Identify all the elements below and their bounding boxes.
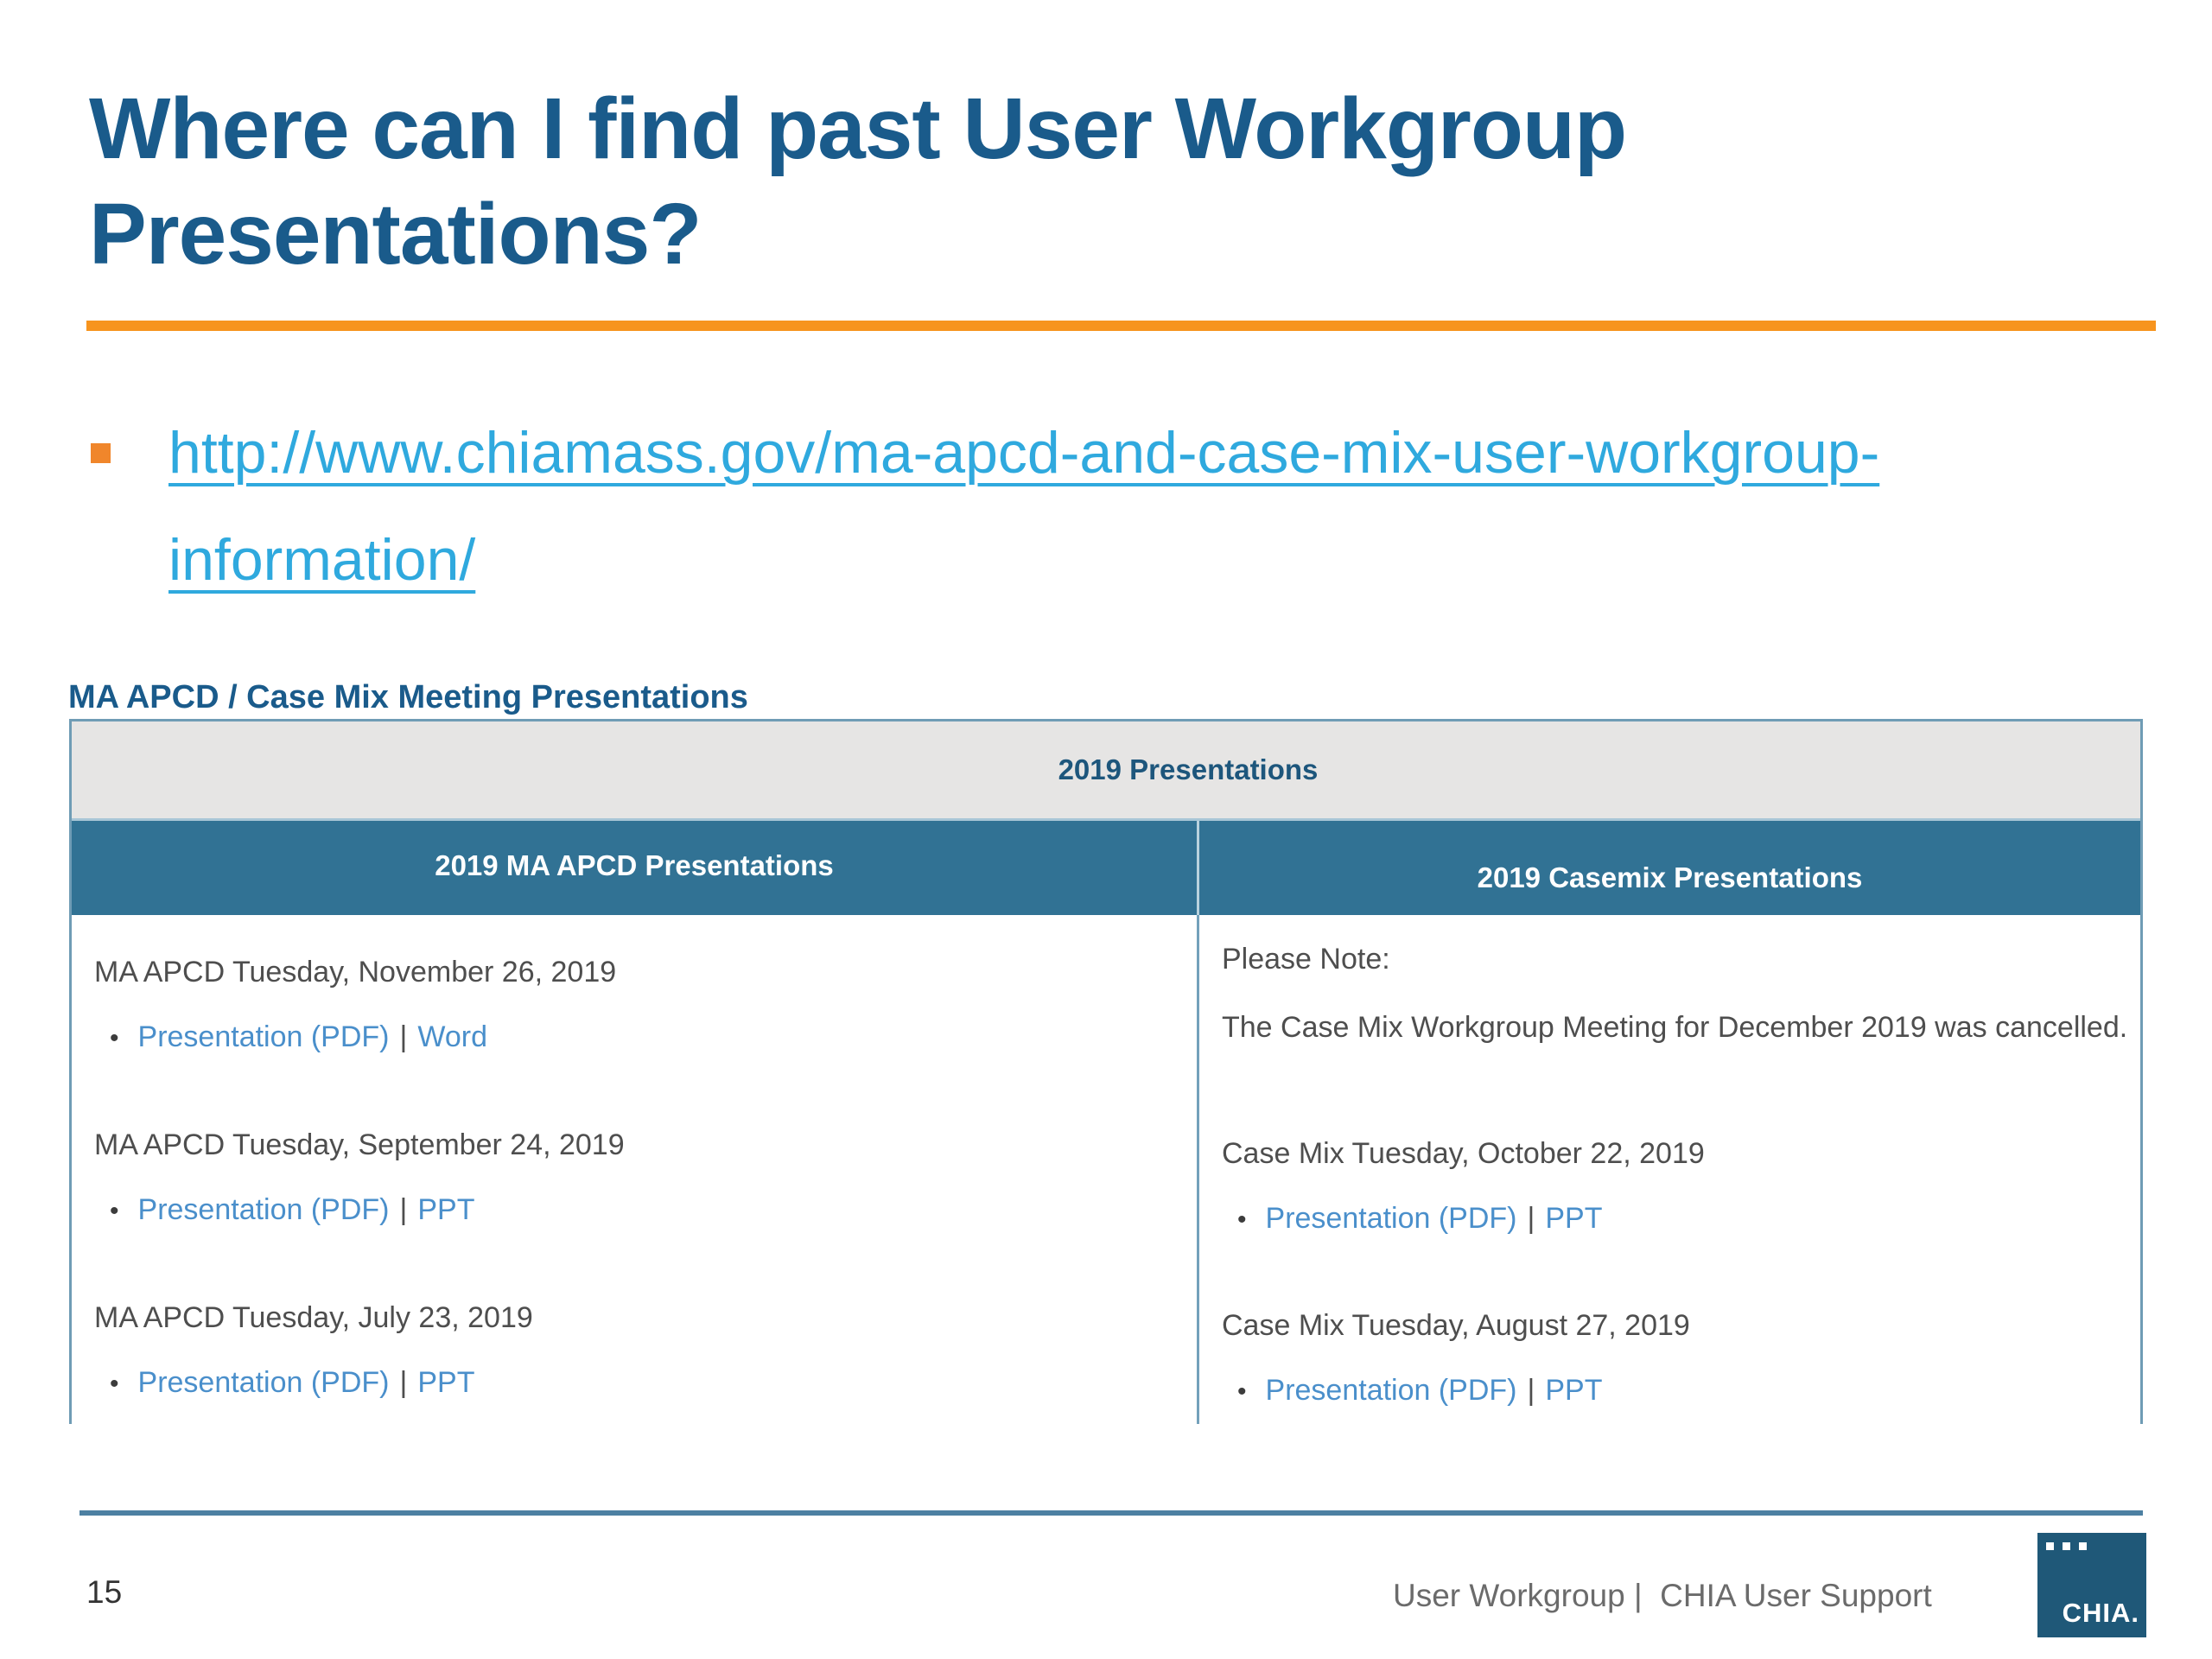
- url-link-line2[interactable]: information/: [168, 506, 1879, 613]
- link-separator: |: [400, 1020, 408, 1054]
- bullet-dot-icon: •: [1237, 1205, 1247, 1235]
- bullet-dot-icon: •: [110, 1024, 119, 1053]
- table-body: MA APCD Tuesday, November 26, 2019 • Pre…: [72, 915, 2140, 1424]
- column-header-casemix: 2019 Casemix Presentations: [1199, 821, 2140, 915]
- casemix-column: Please Note: The Case Mix Workgroup Meet…: [1199, 915, 2140, 1424]
- link-separator: |: [400, 1193, 408, 1227]
- bullet-dot-icon: •: [1237, 1377, 1247, 1407]
- url-bullet-row: http://www.chiamass.gov/ma-apcd-and-case…: [91, 399, 1879, 613]
- table-caption: 2019 Presentations: [1058, 753, 1319, 786]
- presentation-links: • Presentation (PDF) | PPT: [1222, 1374, 2140, 1408]
- link-separator: |: [1528, 1202, 1535, 1236]
- presentation-date: MA APCD Tuesday, November 26, 2019: [94, 955, 1197, 989]
- note-body: The Case Mix Workgroup Meeting for Decem…: [1222, 1011, 2140, 1045]
- presentation-date: MA APCD Tuesday, September 24, 2019: [94, 1128, 1197, 1162]
- table-entry: MA APCD Tuesday, July 23, 2019 • Present…: [94, 1300, 1197, 1400]
- presentation-pdf-link[interactable]: Presentation (PDF): [138, 1193, 390, 1227]
- footer-text: User Workgroup | CHIA User Support: [1393, 1578, 1932, 1614]
- bullet-dot-icon: •: [110, 1197, 119, 1226]
- logo-wordmark: CHIA.: [2063, 1598, 2139, 1629]
- workgroup-info-link[interactable]: http://www.chiamass.gov/ma-apcd-and-case…: [168, 399, 1879, 613]
- table-header-row: 2019 MA APCD Presentations 2019 Casemix …: [72, 821, 2140, 915]
- table-entry: Case Mix Tuesday, August 27, 2019 • Pres…: [1222, 1308, 2140, 1408]
- table-entry: MA APCD Tuesday, November 26, 2019 • Pre…: [94, 955, 1197, 1054]
- presentation-links: • Presentation (PDF) | PPT: [94, 1193, 1197, 1227]
- bullet-dot-icon: •: [110, 1370, 119, 1399]
- footer-divider: [79, 1510, 2143, 1516]
- slide-title: Where can I find past User Workgroup Pre…: [89, 76, 1800, 287]
- note-title: Please Note:: [1222, 943, 2140, 976]
- presentation-date: Case Mix Tuesday, October 22, 2019: [1222, 1136, 2140, 1171]
- title-divider: [86, 321, 2156, 331]
- page-number: 15: [86, 1574, 122, 1611]
- link-separator: |: [400, 1366, 408, 1400]
- link-separator: |: [1528, 1374, 1535, 1408]
- table-entry: Case Mix Tuesday, October 22, 2019 • Pre…: [1222, 1136, 2140, 1236]
- presentation-links: • Presentation (PDF) | PPT: [1222, 1202, 2140, 1236]
- bullet-square-icon: [91, 443, 111, 463]
- presentation-pdf-link[interactable]: Presentation (PDF): [1266, 1374, 1517, 1408]
- url-link-line1[interactable]: http://www.chiamass.gov/ma-apcd-and-case…: [168, 399, 1879, 506]
- chia-logo: CHIA.: [2037, 1533, 2146, 1637]
- table-entry: MA APCD Tuesday, September 24, 2019 • Pr…: [94, 1128, 1197, 1227]
- word-link[interactable]: Word: [417, 1020, 487, 1054]
- presentation-date: Case Mix Tuesday, August 27, 2019: [1222, 1308, 2140, 1343]
- ppt-link[interactable]: PPT: [417, 1366, 474, 1400]
- presentation-links: • Presentation (PDF) | Word: [94, 1020, 1197, 1054]
- table-caption-band: 2019 Presentations: [72, 721, 2140, 821]
- column-header-ma-apcd: 2019 MA APCD Presentations: [72, 821, 1199, 915]
- ppt-link[interactable]: PPT: [1545, 1374, 1602, 1408]
- slide: Where can I find past User Workgroup Pre…: [0, 0, 2212, 1659]
- presentation-pdf-link[interactable]: Presentation (PDF): [1266, 1202, 1517, 1236]
- presentation-pdf-link[interactable]: Presentation (PDF): [138, 1020, 390, 1054]
- ppt-link[interactable]: PPT: [417, 1193, 474, 1227]
- web-table-heading: MA APCD / Case Mix Meeting Presentations: [68, 679, 748, 716]
- ppt-link[interactable]: PPT: [1545, 1202, 1602, 1236]
- logo-dots-icon: [2046, 1542, 2095, 1550]
- presentation-links: • Presentation (PDF) | PPT: [94, 1366, 1197, 1400]
- presentations-table: 2019 Presentations 2019 MA APCD Presenta…: [69, 719, 2143, 1424]
- ma-apcd-column: MA APCD Tuesday, November 26, 2019 • Pre…: [72, 915, 1199, 1424]
- presentation-date: MA APCD Tuesday, July 23, 2019: [94, 1300, 1197, 1335]
- presentation-pdf-link[interactable]: Presentation (PDF): [138, 1366, 390, 1400]
